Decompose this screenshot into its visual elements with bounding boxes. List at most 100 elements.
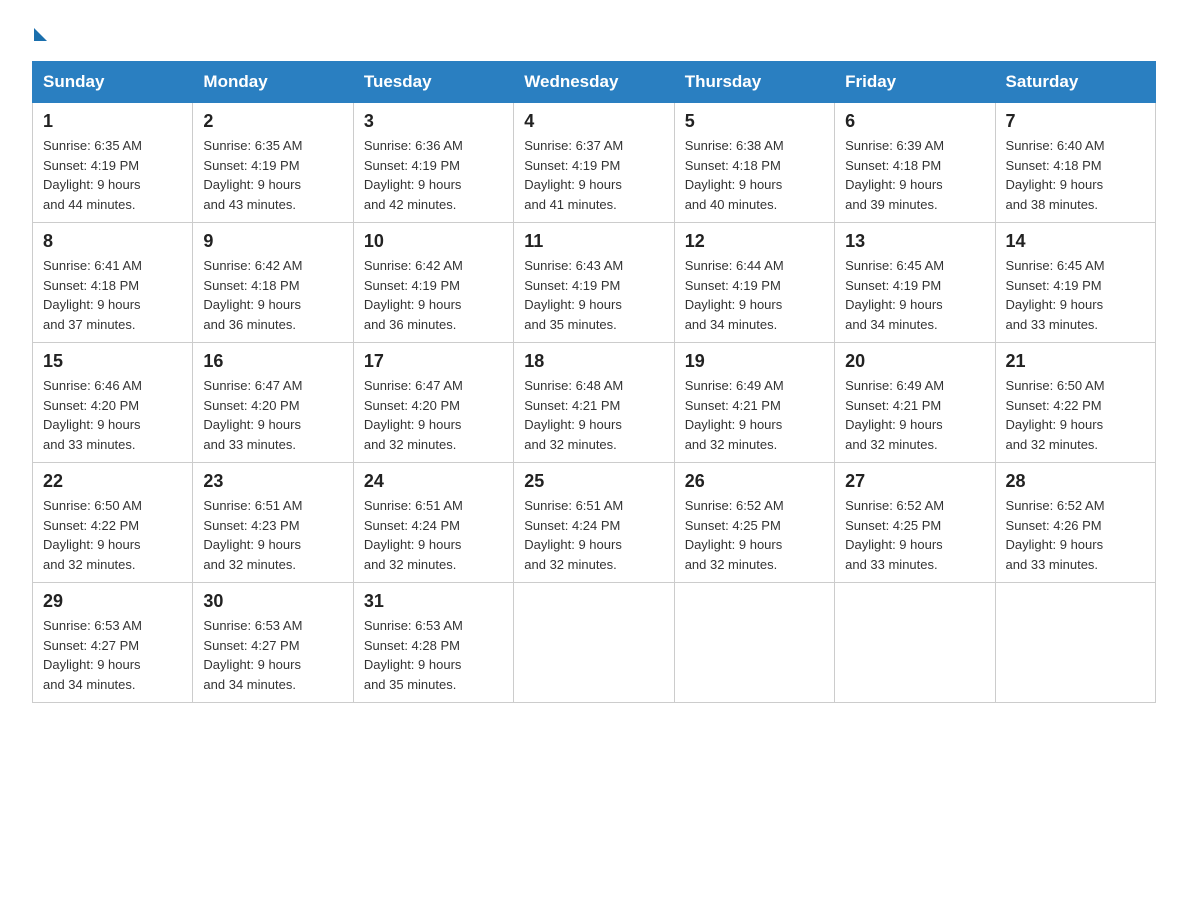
day-number: 12 — [685, 231, 824, 252]
day-number: 23 — [203, 471, 342, 492]
logo — [32, 24, 47, 41]
calendar-cell: 12 Sunrise: 6:44 AM Sunset: 4:19 PM Dayl… — [674, 223, 834, 343]
day-info: Sunrise: 6:40 AM Sunset: 4:18 PM Dayligh… — [1006, 136, 1145, 214]
day-number: 16 — [203, 351, 342, 372]
day-number: 28 — [1006, 471, 1145, 492]
day-number: 9 — [203, 231, 342, 252]
calendar-cell: 6 Sunrise: 6:39 AM Sunset: 4:18 PM Dayli… — [835, 103, 995, 223]
day-info: Sunrise: 6:50 AM Sunset: 4:22 PM Dayligh… — [1006, 376, 1145, 454]
day-number: 21 — [1006, 351, 1145, 372]
calendar-cell — [995, 583, 1155, 703]
calendar-cell: 23 Sunrise: 6:51 AM Sunset: 4:23 PM Dayl… — [193, 463, 353, 583]
calendar-cell: 19 Sunrise: 6:49 AM Sunset: 4:21 PM Dayl… — [674, 343, 834, 463]
calendar-week-4: 22 Sunrise: 6:50 AM Sunset: 4:22 PM Dayl… — [33, 463, 1156, 583]
calendar-cell: 16 Sunrise: 6:47 AM Sunset: 4:20 PM Dayl… — [193, 343, 353, 463]
calendar-cell: 4 Sunrise: 6:37 AM Sunset: 4:19 PM Dayli… — [514, 103, 674, 223]
day-number: 1 — [43, 111, 182, 132]
day-info: Sunrise: 6:49 AM Sunset: 4:21 PM Dayligh… — [845, 376, 984, 454]
day-number: 29 — [43, 591, 182, 612]
day-info: Sunrise: 6:37 AM Sunset: 4:19 PM Dayligh… — [524, 136, 663, 214]
calendar-cell — [674, 583, 834, 703]
day-info: Sunrise: 6:53 AM Sunset: 4:28 PM Dayligh… — [364, 616, 503, 694]
day-info: Sunrise: 6:51 AM Sunset: 4:24 PM Dayligh… — [364, 496, 503, 574]
weekday-header-wednesday: Wednesday — [514, 62, 674, 103]
day-number: 19 — [685, 351, 824, 372]
day-number: 2 — [203, 111, 342, 132]
day-number: 4 — [524, 111, 663, 132]
day-info: Sunrise: 6:51 AM Sunset: 4:23 PM Dayligh… — [203, 496, 342, 574]
calendar-cell: 1 Sunrise: 6:35 AM Sunset: 4:19 PM Dayli… — [33, 103, 193, 223]
day-number: 26 — [685, 471, 824, 492]
calendar-cell: 26 Sunrise: 6:52 AM Sunset: 4:25 PM Dayl… — [674, 463, 834, 583]
calendar-week-5: 29 Sunrise: 6:53 AM Sunset: 4:27 PM Dayl… — [33, 583, 1156, 703]
calendar-cell: 20 Sunrise: 6:49 AM Sunset: 4:21 PM Dayl… — [835, 343, 995, 463]
day-info: Sunrise: 6:53 AM Sunset: 4:27 PM Dayligh… — [43, 616, 182, 694]
day-info: Sunrise: 6:47 AM Sunset: 4:20 PM Dayligh… — [364, 376, 503, 454]
day-info: Sunrise: 6:36 AM Sunset: 4:19 PM Dayligh… — [364, 136, 503, 214]
day-number: 24 — [364, 471, 503, 492]
day-number: 31 — [364, 591, 503, 612]
day-info: Sunrise: 6:47 AM Sunset: 4:20 PM Dayligh… — [203, 376, 342, 454]
day-number: 17 — [364, 351, 503, 372]
day-number: 25 — [524, 471, 663, 492]
day-info: Sunrise: 6:51 AM Sunset: 4:24 PM Dayligh… — [524, 496, 663, 574]
day-info: Sunrise: 6:43 AM Sunset: 4:19 PM Dayligh… — [524, 256, 663, 334]
day-number: 14 — [1006, 231, 1145, 252]
calendar-cell: 5 Sunrise: 6:38 AM Sunset: 4:18 PM Dayli… — [674, 103, 834, 223]
calendar-cell: 21 Sunrise: 6:50 AM Sunset: 4:22 PM Dayl… — [995, 343, 1155, 463]
calendar-cell: 3 Sunrise: 6:36 AM Sunset: 4:19 PM Dayli… — [353, 103, 513, 223]
day-number: 27 — [845, 471, 984, 492]
day-info: Sunrise: 6:45 AM Sunset: 4:19 PM Dayligh… — [1006, 256, 1145, 334]
day-info: Sunrise: 6:52 AM Sunset: 4:26 PM Dayligh… — [1006, 496, 1145, 574]
day-info: Sunrise: 6:53 AM Sunset: 4:27 PM Dayligh… — [203, 616, 342, 694]
day-number: 11 — [524, 231, 663, 252]
weekday-header-friday: Friday — [835, 62, 995, 103]
calendar-week-2: 8 Sunrise: 6:41 AM Sunset: 4:18 PM Dayli… — [33, 223, 1156, 343]
calendar-cell: 7 Sunrise: 6:40 AM Sunset: 4:18 PM Dayli… — [995, 103, 1155, 223]
day-info: Sunrise: 6:49 AM Sunset: 4:21 PM Dayligh… — [685, 376, 824, 454]
day-info: Sunrise: 6:45 AM Sunset: 4:19 PM Dayligh… — [845, 256, 984, 334]
calendar-week-1: 1 Sunrise: 6:35 AM Sunset: 4:19 PM Dayli… — [33, 103, 1156, 223]
day-number: 22 — [43, 471, 182, 492]
weekday-header-thursday: Thursday — [674, 62, 834, 103]
calendar-cell: 17 Sunrise: 6:47 AM Sunset: 4:20 PM Dayl… — [353, 343, 513, 463]
calendar-cell: 24 Sunrise: 6:51 AM Sunset: 4:24 PM Dayl… — [353, 463, 513, 583]
calendar-cell: 10 Sunrise: 6:42 AM Sunset: 4:19 PM Dayl… — [353, 223, 513, 343]
page-header — [32, 24, 1156, 41]
logo-triangle-icon — [34, 28, 47, 41]
weekday-header-row: SundayMondayTuesdayWednesdayThursdayFrid… — [33, 62, 1156, 103]
calendar-cell: 22 Sunrise: 6:50 AM Sunset: 4:22 PM Dayl… — [33, 463, 193, 583]
day-info: Sunrise: 6:38 AM Sunset: 4:18 PM Dayligh… — [685, 136, 824, 214]
calendar-cell — [514, 583, 674, 703]
calendar-week-3: 15 Sunrise: 6:46 AM Sunset: 4:20 PM Dayl… — [33, 343, 1156, 463]
calendar-cell: 28 Sunrise: 6:52 AM Sunset: 4:26 PM Dayl… — [995, 463, 1155, 583]
calendar-cell: 2 Sunrise: 6:35 AM Sunset: 4:19 PM Dayli… — [193, 103, 353, 223]
calendar-cell: 18 Sunrise: 6:48 AM Sunset: 4:21 PM Dayl… — [514, 343, 674, 463]
calendar-cell: 14 Sunrise: 6:45 AM Sunset: 4:19 PM Dayl… — [995, 223, 1155, 343]
calendar-cell: 8 Sunrise: 6:41 AM Sunset: 4:18 PM Dayli… — [33, 223, 193, 343]
day-info: Sunrise: 6:42 AM Sunset: 4:19 PM Dayligh… — [364, 256, 503, 334]
day-info: Sunrise: 6:39 AM Sunset: 4:18 PM Dayligh… — [845, 136, 984, 214]
day-number: 6 — [845, 111, 984, 132]
day-info: Sunrise: 6:52 AM Sunset: 4:25 PM Dayligh… — [685, 496, 824, 574]
day-number: 13 — [845, 231, 984, 252]
day-number: 15 — [43, 351, 182, 372]
calendar-cell: 29 Sunrise: 6:53 AM Sunset: 4:27 PM Dayl… — [33, 583, 193, 703]
calendar-cell: 15 Sunrise: 6:46 AM Sunset: 4:20 PM Dayl… — [33, 343, 193, 463]
calendar-cell — [835, 583, 995, 703]
day-number: 5 — [685, 111, 824, 132]
day-info: Sunrise: 6:41 AM Sunset: 4:18 PM Dayligh… — [43, 256, 182, 334]
day-info: Sunrise: 6:48 AM Sunset: 4:21 PM Dayligh… — [524, 376, 663, 454]
calendar-cell: 11 Sunrise: 6:43 AM Sunset: 4:19 PM Dayl… — [514, 223, 674, 343]
calendar-cell: 9 Sunrise: 6:42 AM Sunset: 4:18 PM Dayli… — [193, 223, 353, 343]
day-info: Sunrise: 6:44 AM Sunset: 4:19 PM Dayligh… — [685, 256, 824, 334]
calendar-cell: 13 Sunrise: 6:45 AM Sunset: 4:19 PM Dayl… — [835, 223, 995, 343]
day-info: Sunrise: 6:35 AM Sunset: 4:19 PM Dayligh… — [43, 136, 182, 214]
day-info: Sunrise: 6:46 AM Sunset: 4:20 PM Dayligh… — [43, 376, 182, 454]
weekday-header-saturday: Saturday — [995, 62, 1155, 103]
day-number: 8 — [43, 231, 182, 252]
day-number: 10 — [364, 231, 503, 252]
calendar-cell: 27 Sunrise: 6:52 AM Sunset: 4:25 PM Dayl… — [835, 463, 995, 583]
weekday-header-tuesday: Tuesday — [353, 62, 513, 103]
day-info: Sunrise: 6:42 AM Sunset: 4:18 PM Dayligh… — [203, 256, 342, 334]
